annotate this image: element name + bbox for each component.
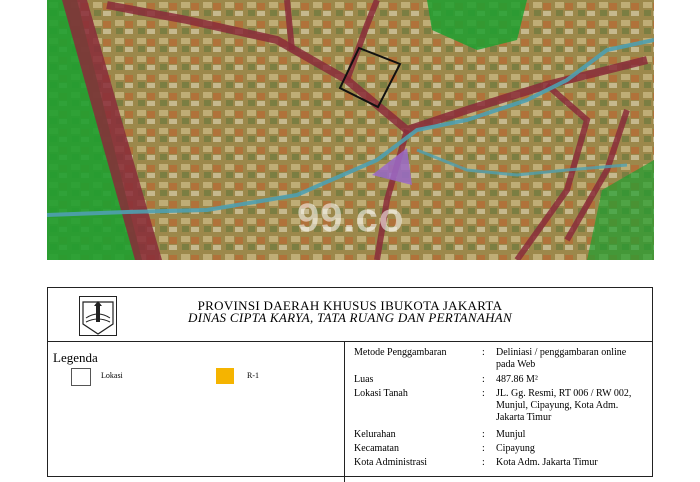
info-key: Lokasi Tanah	[354, 388, 408, 399]
info-value: JL. Gg. Resmi, RT 006 / RW 002, Munjul, …	[496, 388, 632, 423]
info-value: Deliniasi / penggambaran online pada Web	[496, 347, 627, 370]
header-department: DINAS CIPTA KARYA, TATA RUANG DAN PERTAN…	[188, 310, 512, 325]
legend-swatch-r1	[216, 368, 234, 384]
info-panel: PROVINSI DAERAH KHUSUS IBUKOTA JAKARTA D…	[47, 287, 653, 482]
zoning-map[interactable]: 99.co	[47, 0, 654, 260]
legend: Legenda Lokasi R-1	[48, 342, 345, 482]
watermark: 99.co	[297, 196, 405, 240]
info-key: Metode Penggambaran	[354, 347, 447, 358]
info-key: Luas	[354, 374, 374, 385]
info-key: Kota Administrasi	[354, 457, 428, 468]
legend-label-lokasi: Lokasi	[101, 371, 123, 380]
info-value: 487.86 M²	[496, 374, 538, 385]
info-value: Munjul	[496, 429, 526, 440]
panel-header: PROVINSI DAERAH KHUSUS IBUKOTA JAKARTA D…	[48, 288, 652, 342]
info-value: Cipayung	[496, 443, 535, 454]
info-value: Kota Adm. Jakarta Timur	[496, 457, 598, 468]
legend-title: Legenda	[53, 350, 98, 365]
info-key: Kelurahan	[354, 429, 396, 440]
legend-label-r1: R-1	[247, 371, 259, 380]
info-key: Kecamatan	[354, 443, 399, 454]
legend-swatch-lokasi	[71, 368, 91, 386]
